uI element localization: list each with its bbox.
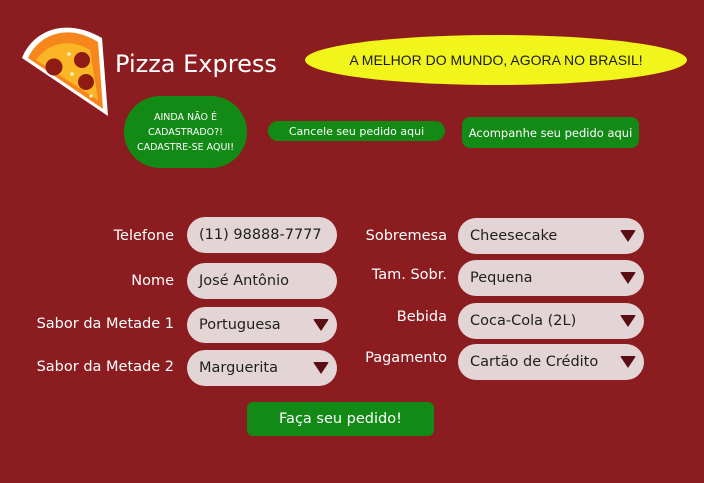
chevron-down-icon	[313, 319, 329, 331]
nome-label: Nome	[131, 273, 174, 289]
brand-name: Pizza Express	[115, 50, 277, 78]
track-order-button[interactable]: Acompanhe seu pedido aqui	[462, 117, 639, 148]
pizza-slice-icon	[22, 27, 108, 116]
telefone-label: Telefone	[113, 228, 174, 244]
sobremesa-label: Sobremesa	[365, 228, 447, 244]
telefone-value: (11) 98888-7777	[199, 227, 322, 243]
tam-sobr-label: Tam. Sobr.	[371, 267, 447, 283]
nome-value: José Antônio	[199, 273, 289, 289]
chevron-down-icon	[620, 230, 636, 242]
pagamento-label: Pagamento	[365, 350, 447, 366]
sabor1-select[interactable]: Portuguesa	[187, 307, 337, 343]
bebida-select[interactable]: Coca-Cola (2L)	[458, 303, 644, 339]
pizza-order-page: Pizza Express A MELHOR DO MUNDO, AGORA N…	[0, 0, 704, 483]
sabor1-label: Sabor da Metade 1	[36, 316, 174, 332]
nome-input[interactable]: José Antônio	[187, 263, 337, 299]
place-order-button[interactable]: Faça seu pedido!	[247, 402, 434, 436]
sabor1-value: Portuguesa	[199, 317, 281, 333]
pagamento-select[interactable]: Cartão de Crédito	[458, 344, 644, 380]
telefone-input[interactable]: (11) 98888-7777	[187, 217, 337, 253]
slogan-banner: A MELHOR DO MUNDO, AGORA NO BRASIL!	[305, 35, 687, 85]
tam-sobr-value: Pequena	[470, 270, 533, 286]
chevron-down-icon	[620, 315, 636, 327]
pagamento-value: Cartão de Crédito	[470, 354, 599, 370]
chevron-down-icon	[313, 362, 329, 374]
sobremesa-value: Cheesecake	[470, 228, 558, 244]
bebida-label: Bebida	[396, 309, 447, 325]
sabor2-value: Marguerita	[199, 360, 278, 376]
sabor2-select[interactable]: Marguerita	[187, 350, 337, 386]
register-button[interactable]: AINDA NÃO É CADASTRADO?! CADASTRE-SE AQU…	[124, 96, 247, 168]
bebida-value: Coca-Cola (2L)	[470, 313, 577, 329]
chevron-down-icon	[620, 272, 636, 284]
chevron-down-icon	[620, 356, 636, 368]
tam-sobr-select[interactable]: Pequena	[458, 260, 644, 296]
cancel-order-button[interactable]: Cancele seu pedido aqui	[268, 121, 445, 141]
sabor2-label: Sabor da Metade 2	[36, 359, 174, 375]
sobremesa-select[interactable]: Cheesecake	[458, 218, 644, 254]
